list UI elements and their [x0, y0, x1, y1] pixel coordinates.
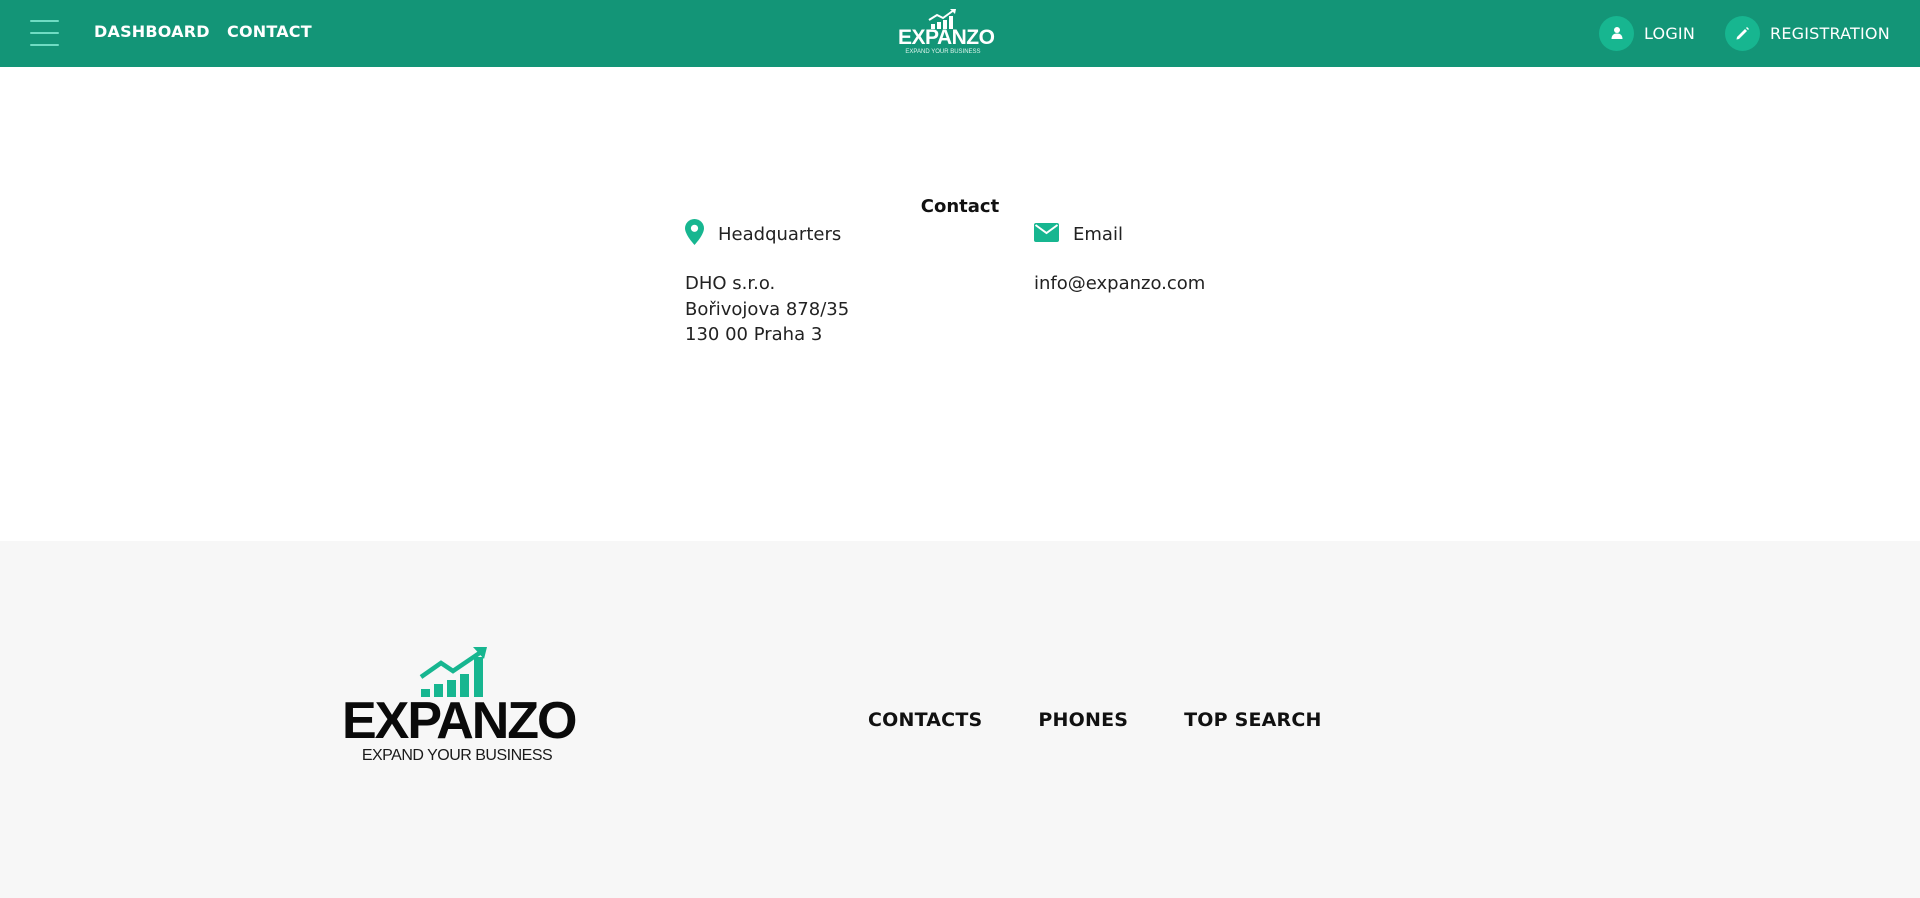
login-button[interactable]: LOGIN	[1599, 15, 1695, 51]
email-block: Email info@expanzo.com	[1034, 218, 1205, 297]
headquarters-address: DHO s.r.o. Bořivojova 878/35 130 00 Prah…	[685, 271, 849, 348]
header-logo-name: EXPANZO	[898, 26, 995, 49]
registration-button[interactable]: REGISTRATION	[1725, 15, 1890, 51]
headquarters-block: Headquarters DHO s.r.o. Bořivojova 878/3…	[685, 218, 849, 348]
headquarters-label: Headquarters	[718, 223, 842, 245]
nav-dashboard-link[interactable]: DASHBOARD	[94, 22, 210, 41]
map-pin-icon	[685, 219, 704, 249]
footer-link-top-search[interactable]: TOP SEARCH	[1184, 709, 1322, 731]
envelope-icon	[1034, 222, 1059, 246]
footer-navigation: CONTACTS PHONES TOP SEARCH	[868, 709, 1378, 731]
address-line: Bořivojova 878/35	[685, 298, 850, 320]
email-address-link[interactable]: info@expanzo.com	[1034, 271, 1205, 297]
logo-chart-icon	[419, 647, 487, 697]
footer-link-contacts[interactable]: CONTACTS	[868, 709, 982, 731]
login-label: LOGIN	[1644, 23, 1696, 43]
top-navigation-bar: DASHBOARD CONTACT EXPANZO EXPAND YOUR BU…	[0, 0, 1920, 67]
address-line: 130 00 Praha 3	[685, 324, 823, 345]
email-label: Email	[1073, 223, 1123, 245]
page-title: Contact	[920, 196, 1000, 217]
header-logo[interactable]: EXPANZO EXPAND YOUR BUSINESS	[898, 9, 995, 59]
pencil-icon	[1725, 15, 1760, 51]
footer-link-phones[interactable]: PHONES	[1038, 709, 1128, 731]
address-line: DHO s.r.o.	[685, 273, 776, 294]
footer-logo[interactable]: EXPANZO EXPAND YOUR BUSINESS	[342, 647, 578, 772]
footer-logo-tagline: EXPAND YOUR BUSINESS	[361, 747, 553, 764]
registration-label: REGISTRATION	[1770, 23, 1890, 43]
hamburger-menu-icon[interactable]	[30, 20, 59, 46]
header-logo-tagline: EXPAND YOUR BUSINESS	[905, 49, 981, 55]
footer: EXPANZO EXPAND YOUR BUSINESS CONTACTS PH…	[0, 541, 1920, 898]
user-icon	[1599, 15, 1634, 51]
footer-logo-name: EXPANZO	[342, 692, 578, 750]
nav-contact-link[interactable]: CONTACT	[227, 22, 312, 41]
